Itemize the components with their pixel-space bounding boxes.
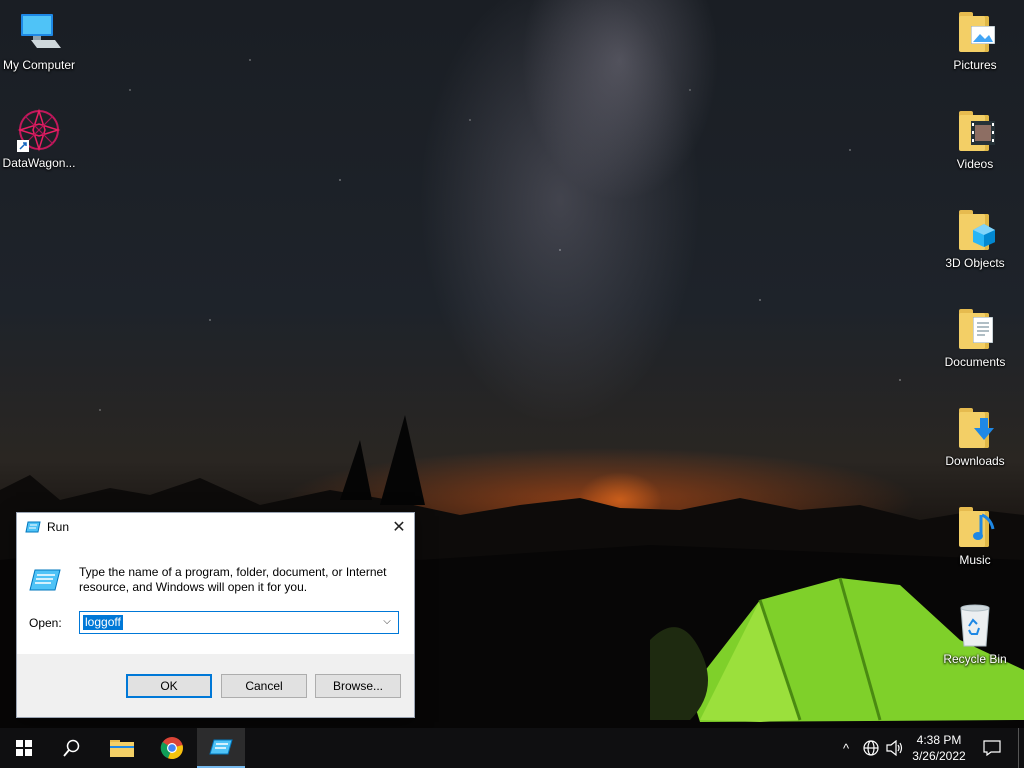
documents-folder-icon bbox=[951, 305, 999, 353]
network-button[interactable] bbox=[860, 728, 882, 768]
desktop-icon-label: Pictures bbox=[953, 58, 997, 72]
cancel-button[interactable]: Cancel bbox=[221, 674, 307, 698]
pictures-folder-icon bbox=[951, 8, 999, 56]
run-dialog-title: Run bbox=[47, 520, 70, 534]
folder-icon bbox=[110, 740, 134, 757]
music-folder-icon bbox=[951, 503, 999, 551]
desktop-icon-label: Documents bbox=[944, 355, 1006, 369]
desktop-icon-label: Videos bbox=[956, 157, 994, 171]
desktop-icon-datawagon[interactable]: DataWagon... bbox=[0, 106, 78, 171]
windows-logo-icon bbox=[16, 740, 32, 756]
desktop-icon-downloads[interactable]: Downloads bbox=[936, 404, 1014, 469]
desktop-icon-label: Downloads bbox=[945, 454, 1005, 468]
clock-time: 4:38 PM bbox=[916, 733, 962, 747]
desktop-icon-documents[interactable]: Documents bbox=[936, 305, 1014, 370]
desktop-icon-recycle-bin[interactable]: Recycle Bin bbox=[936, 602, 1014, 667]
run-app-icon bbox=[25, 521, 41, 533]
notification-icon bbox=[983, 740, 1001, 756]
desktop-icon-label: 3D Objects bbox=[945, 256, 1005, 270]
taskbar: ^ 4:38 PM 3/26/2022 bbox=[0, 728, 1024, 768]
wallpaper-stars bbox=[0, 0, 1024, 508]
clock-date: 3/26/2022 bbox=[912, 749, 966, 763]
open-input-value[interactable]: loggoff bbox=[83, 615, 123, 630]
downloads-folder-icon bbox=[951, 404, 999, 452]
speaker-icon bbox=[886, 740, 903, 756]
run-app-icon bbox=[209, 739, 233, 755]
close-icon: ✕ bbox=[392, 519, 406, 536]
videos-folder-icon bbox=[951, 107, 999, 155]
browse-button[interactable]: Browse... bbox=[315, 674, 401, 698]
file-explorer-button[interactable] bbox=[98, 728, 146, 768]
start-button[interactable] bbox=[0, 728, 48, 768]
run-dialog-titlebar[interactable]: Run ✕ bbox=[17, 513, 414, 541]
desktop-icon-label: Recycle Bin bbox=[943, 652, 1007, 666]
ok-button[interactable]: OK bbox=[126, 674, 212, 698]
open-label: Open: bbox=[29, 616, 62, 630]
show-hidden-icons-button[interactable]: ^ bbox=[836, 728, 856, 768]
run-dialog-body: Type the name of a program, folder, docu… bbox=[17, 541, 414, 654]
search-icon bbox=[63, 739, 80, 757]
datawagon-shortcut-icon bbox=[15, 106, 63, 154]
run-program-icon bbox=[29, 569, 61, 591]
run-dialog-description: Type the name of a program, folder, docu… bbox=[79, 565, 387, 594]
desktop-icon-my-computer[interactable]: My Computer bbox=[0, 8, 78, 73]
chrome-icon bbox=[160, 737, 183, 760]
desktop-icon-label: DataWagon... bbox=[2, 156, 76, 170]
run-dialog: Run ✕ Type the name of a program, folder… bbox=[16, 512, 415, 718]
desktop-icon-pictures[interactable]: Pictures bbox=[936, 8, 1014, 73]
open-combobox[interactable]: loggoff ⌵ bbox=[79, 611, 399, 634]
desktop-icon-label: My Computer bbox=[2, 58, 76, 72]
taskbar-clock[interactable]: 4:38 PM 3/26/2022 bbox=[904, 732, 974, 764]
3d-objects-folder-icon bbox=[951, 206, 999, 254]
chevron-down-icon[interactable]: ⌵ bbox=[379, 614, 395, 630]
volume-button[interactable] bbox=[884, 728, 906, 768]
globe-icon bbox=[863, 740, 879, 756]
desktop-icon-3d-objects[interactable]: 3D Objects bbox=[936, 206, 1014, 271]
close-button[interactable]: ✕ bbox=[384, 513, 414, 541]
show-desktop-divider bbox=[1018, 728, 1019, 768]
notifications-button[interactable] bbox=[978, 728, 1006, 768]
run-taskbar-button[interactable] bbox=[197, 728, 245, 768]
desktop-icon-music[interactable]: Music bbox=[936, 503, 1014, 568]
desktop-icon-label: Music bbox=[959, 553, 991, 567]
desktop-icon-videos[interactable]: Videos bbox=[936, 107, 1014, 172]
chevron-up-icon: ^ bbox=[842, 740, 850, 756]
recycle-bin-icon bbox=[951, 602, 999, 650]
search-button[interactable] bbox=[48, 728, 96, 768]
computer-icon bbox=[15, 8, 63, 56]
chrome-button[interactable] bbox=[148, 728, 196, 768]
